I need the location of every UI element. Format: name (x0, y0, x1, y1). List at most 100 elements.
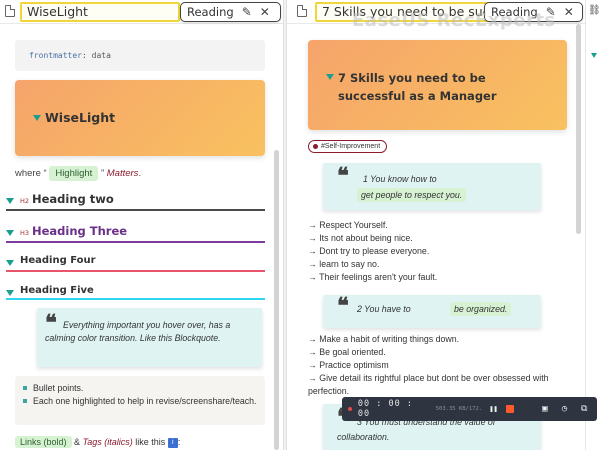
links-end: : (177, 437, 181, 447)
timer-icon[interactable]: ◷ (558, 404, 572, 414)
quote-highlight: get people to respect you. (357, 188, 467, 202)
collapsed-pane: ⛓ (585, 0, 600, 450)
heading-rule (6, 209, 265, 211)
banner-title: WiseLight (45, 110, 116, 125)
heading-level-badge: H3 (20, 229, 30, 237)
list-item: → learn to say no. (308, 259, 380, 269)
left-scrollbar[interactable] (274, 150, 279, 450)
heading-two: H2 Heading two (6, 192, 265, 214)
title-banner: WiseLight (15, 80, 265, 156)
frontmatter-key: frontmatter (29, 51, 82, 60)
links-mid: & (74, 437, 81, 447)
heading-level-badge: H2 (20, 197, 30, 205)
links-bold-chip[interactable]: Links (bold) (15, 436, 72, 448)
right-mode-chip: Reading ✎ ✕ ⋮ (484, 2, 585, 22)
heading-text: Heading Four (20, 255, 96, 266)
banner-title: 7 Skills you need to be successful as a … (338, 71, 497, 103)
where-line: where “ Highlight ” Matters. (15, 166, 141, 181)
page-icon[interactable] (5, 5, 15, 17)
links-suffix: like this (135, 437, 166, 447)
heading-rule (6, 270, 265, 272)
tags-italic-text[interactable]: Tags (italics) (83, 437, 133, 447)
arrow-list: → Respect Yourself. → Its not about bein… (308, 219, 437, 284)
reading-mode-label[interactable]: Reading (187, 5, 234, 19)
list-item: → Dont try to please everyone. (308, 246, 430, 256)
where-prefix: where “ (15, 168, 47, 179)
quote-mark-icon: ❝ (337, 163, 349, 189)
heading-text: Heading two (32, 192, 114, 206)
collapse-triangle-icon[interactable] (591, 53, 597, 58)
tag-dot-icon (313, 144, 318, 149)
links-line: Links (bold) & Tags (italics) like this … (15, 436, 180, 448)
pause-icon[interactable]: ❚❚ (487, 405, 501, 413)
quote-highlight: be organized. (450, 302, 512, 316)
quote-mark-icon: ❝ (337, 293, 349, 319)
quote-highlight-text: be organized. (450, 302, 512, 316)
highlight-chip: Highlight (49, 166, 99, 181)
quote-line: collaboration. (337, 432, 390, 442)
right-pane: 7 Skills you need to be successful Readi… (287, 0, 585, 450)
screenshot-icon[interactable]: ⧉ (577, 404, 591, 414)
quote-line: 2 You have to (357, 304, 411, 314)
heading-four: Heading Four (6, 254, 265, 276)
where-mid: ” (100, 168, 105, 179)
heading-rule (6, 298, 265, 300)
heading-five: Heading Five (6, 284, 265, 304)
recording-time: 00 : 00 : 00 (357, 399, 413, 419)
quote-highlight-text: get people to respect you. (357, 188, 467, 202)
info-icon: i (167, 437, 178, 448)
collapse-triangle-icon[interactable] (326, 74, 334, 80)
heading-text: Heading Five (20, 285, 94, 296)
list-item: → Their feelings aren't your fault. (308, 272, 438, 282)
list-item: → Its not about being nice. (308, 233, 413, 243)
list-item: Bullet points. (23, 382, 257, 395)
frontmatter-colon: : (81, 51, 92, 60)
blockquote: ❝ Everything important you hover over, h… (37, 308, 262, 367)
blockquote: ❝ 2 You have to be organized. (323, 295, 541, 328)
list-item: → Give detail its rightful place but don… (308, 373, 549, 396)
right-scrollbar[interactable] (576, 24, 581, 234)
page-icon[interactable] (297, 5, 307, 17)
where-suffix: . (138, 168, 142, 179)
list-item: → Respect Yourself. (308, 220, 388, 230)
arrow-list: → Make a habit of writing things down. →… (308, 333, 573, 398)
left-tab-title[interactable]: WiseLight (20, 2, 180, 22)
tag-chip[interactable]: #Self-Improvement (308, 140, 388, 153)
collapse-triangle-icon[interactable] (6, 230, 14, 236)
bullet-list: Bullet points. Each one highlighted to h… (15, 376, 265, 425)
frontmatter-value: data (91, 51, 111, 60)
list-item: → Practice optimism (308, 360, 389, 370)
title-banner: 7 Skills you need to be successful as a … (308, 40, 567, 130)
list-item: → Make a habit of writing things down. (308, 334, 460, 344)
recording-indicator-icon (348, 407, 352, 411)
tag-text: #Self-Improvement (321, 142, 381, 150)
list-item: Each one highlighted to help in revise/s… (23, 395, 257, 408)
blockquote: ❝ 1 You know how to get people to respec… (323, 163, 541, 210)
left-tab-header: WiseLight Reading ✎ ✕ ⋮ (0, 0, 283, 24)
collapse-triangle-icon[interactable] (33, 115, 41, 121)
link-icon[interactable]: ⛓ (588, 5, 600, 16)
close-icon[interactable]: ✕ (564, 6, 574, 18)
collapse-triangle-icon[interactable] (6, 290, 14, 296)
frontmatter-block: frontmatter: data (15, 40, 265, 71)
collapse-triangle-icon[interactable] (6, 260, 14, 266)
heading-rule (6, 241, 265, 243)
heading-three: H3 Heading Three (6, 224, 265, 246)
edit-pencil-icon[interactable]: ✎ (242, 6, 252, 18)
close-icon[interactable]: ✕ (260, 6, 270, 18)
blockquote-text: Everything important you hover over, has… (45, 320, 231, 343)
edit-pencil-icon[interactable]: ✎ (546, 6, 556, 18)
left-mode-chip: Reading ✎ ✕ ⋮ (180, 2, 283, 22)
right-tab-header: 7 Skills you need to be successful Readi… (287, 0, 585, 24)
app-window: WiseLight Reading ✎ ✕ ⋮ frontmatter: dat… (0, 0, 600, 450)
heading-text: Heading Three (32, 224, 128, 238)
camera-icon[interactable]: ▣ (538, 404, 552, 414)
recording-size: 503.35 KB/172.65 GB (435, 406, 481, 412)
stop-icon[interactable] (506, 405, 515, 413)
matters-text: Matters (106, 168, 139, 179)
screen-recorder-bar: 00 : 00 : 00 503.35 KB/172.65 GB ❚❚ ▣ ◷ … (342, 397, 597, 421)
reading-mode-label[interactable]: Reading (491, 5, 538, 19)
right-tab-title[interactable]: 7 Skills you need to be successful (315, 2, 505, 22)
collapse-triangle-icon[interactable] (6, 198, 14, 204)
left-pane: WiseLight Reading ✎ ✕ ⋮ frontmatter: dat… (0, 0, 283, 450)
